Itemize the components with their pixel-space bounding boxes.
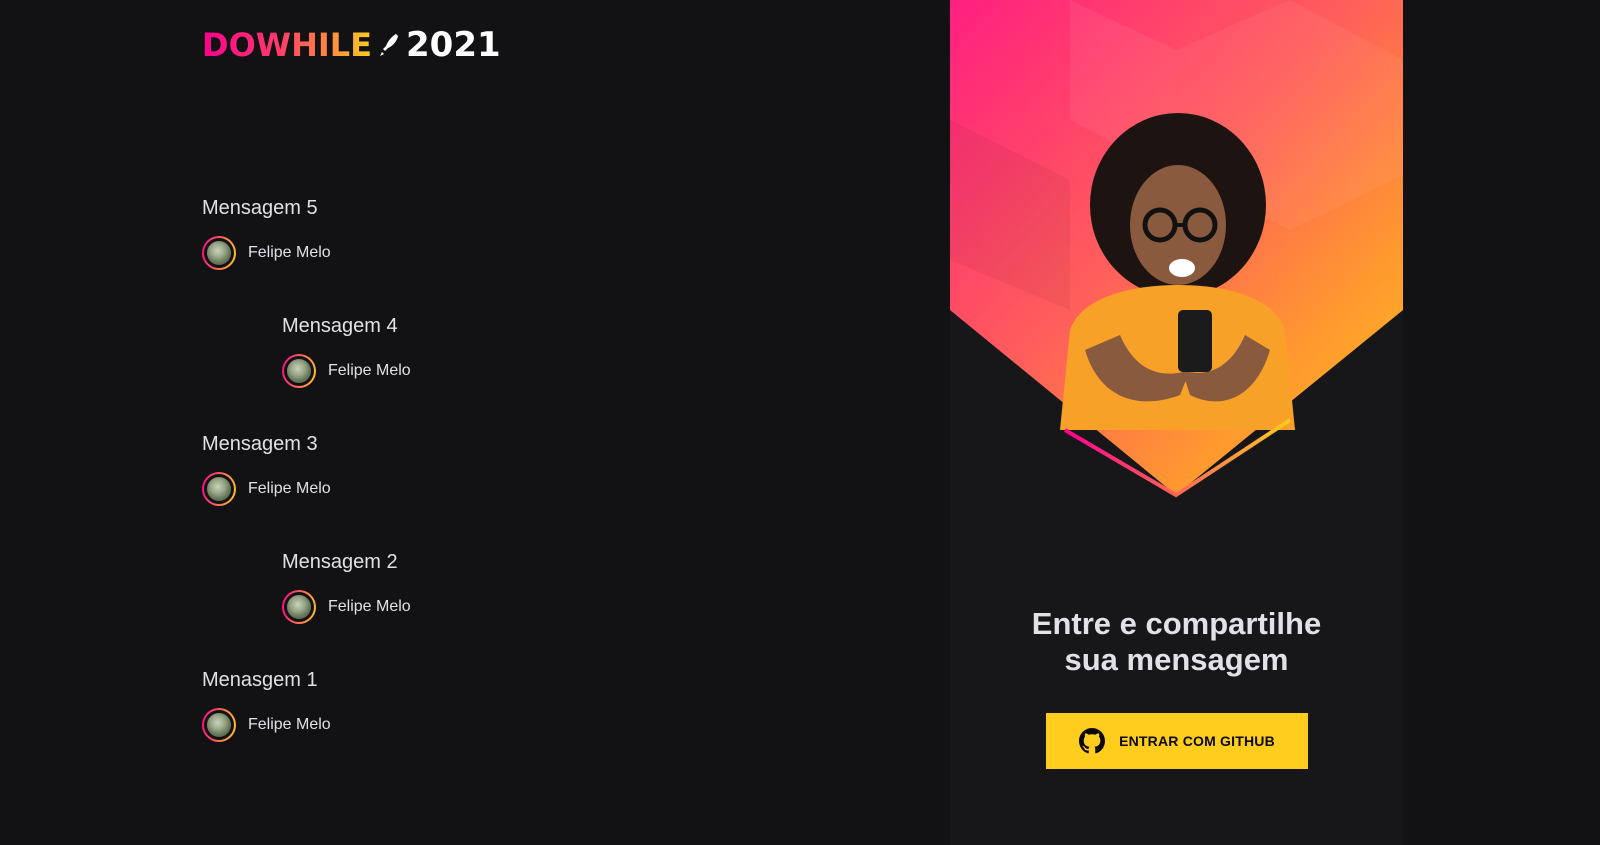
avatar bbox=[284, 356, 314, 386]
dowhile-logo: DOWHILE 2021 bbox=[202, 28, 501, 62]
message-user: Felipe Melo bbox=[282, 354, 782, 388]
message-text: Mensagem 5 bbox=[202, 197, 318, 219]
message-user: Felipe Melo bbox=[282, 590, 782, 624]
page: DOWHILE 2021 Mensagem 5 Felipe Melo Mens… bbox=[0, 0, 1600, 845]
message-user: Felipe Melo bbox=[202, 472, 702, 506]
avatar bbox=[284, 592, 314, 622]
avatar bbox=[204, 710, 234, 740]
login-title-line1: Entre e compartilhe bbox=[1031, 606, 1322, 641]
message-item: Menasgem 1 Felipe Melo bbox=[202, 666, 702, 742]
login-title-line2: sua mensagem bbox=[1064, 642, 1289, 677]
avatar bbox=[204, 238, 234, 268]
github-button-label: ENTRAR COM GITHUB bbox=[1119, 733, 1275, 749]
github-icon bbox=[1079, 728, 1106, 754]
avatar-ring bbox=[202, 472, 236, 506]
hero-illustration bbox=[950, 0, 1403, 498]
message-text: Mensagem 2 bbox=[282, 551, 398, 573]
rocket-icon bbox=[380, 34, 398, 56]
message-text: Menasgem 1 bbox=[202, 669, 318, 691]
user-name: Felipe Melo bbox=[248, 480, 331, 497]
message-item: Mensagem 5 Felipe Melo bbox=[202, 194, 702, 270]
message-item: Mensagem 3 Felipe Melo bbox=[202, 430, 702, 506]
message-item: Mensagem 2 Felipe Melo bbox=[282, 548, 782, 624]
user-name: Felipe Melo bbox=[328, 598, 411, 615]
message-text: Mensagem 4 bbox=[282, 315, 398, 337]
avatar-ring bbox=[282, 354, 316, 388]
message-item: Mensagem 4 Felipe Melo bbox=[282, 312, 782, 388]
user-name: Felipe Melo bbox=[328, 362, 411, 379]
message-list-panel: DOWHILE 2021 Mensagem 5 Felipe Melo Mens… bbox=[0, 0, 950, 845]
login-panel: Entre e compartilhe sua mensagem ENTRAR … bbox=[950, 0, 1403, 845]
user-name: Felipe Melo bbox=[248, 244, 331, 261]
avatar bbox=[204, 474, 234, 504]
message-user: Felipe Melo bbox=[202, 708, 702, 742]
message-text: Mensagem 3 bbox=[202, 433, 318, 455]
user-name: Felipe Melo bbox=[248, 716, 331, 733]
logo-year: 2021 bbox=[406, 25, 501, 65]
logo-brand: DOWHILE bbox=[202, 26, 372, 64]
login-title: Entre e compartilhe sua mensagem bbox=[950, 606, 1403, 678]
message-user: Felipe Melo bbox=[202, 236, 702, 270]
avatar-ring bbox=[282, 590, 316, 624]
avatar-ring bbox=[202, 708, 236, 742]
avatar-ring bbox=[202, 236, 236, 270]
github-login-button[interactable]: ENTRAR COM GITHUB bbox=[1046, 713, 1308, 769]
